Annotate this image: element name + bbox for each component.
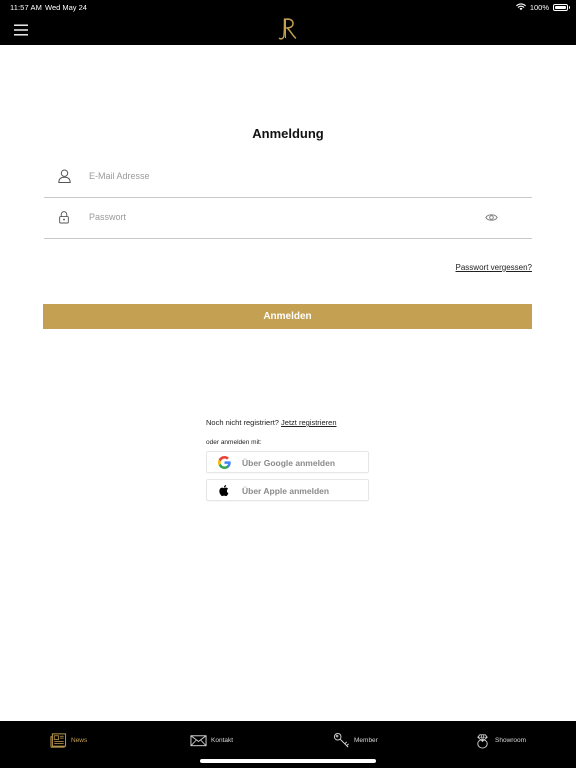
lock-icon (59, 211, 69, 224)
tab-kontakt[interactable]: Kontakt (190, 721, 233, 759)
google-signin-label: Über Google anmelden (242, 458, 336, 468)
forgot-password-link[interactable]: Passwort vergessen? (456, 263, 532, 272)
google-icon (218, 456, 231, 469)
battery-percent: 100% (529, 2, 549, 12)
user-icon (58, 169, 71, 183)
apple-signin-button[interactable]: Über Apple anmelden (206, 479, 369, 501)
alt-login-label: oder anmelden mit: (206, 439, 262, 446)
tab-news-label: News (71, 736, 88, 744)
status-time: 11:57 AM (10, 3, 42, 12)
tab-showroom[interactable]: Showroom (474, 721, 526, 759)
eye-icon[interactable] (485, 213, 498, 222)
home-indicator (200, 759, 376, 763)
battery-icon (553, 3, 570, 11)
envelope-icon (190, 734, 207, 746)
email-field[interactable] (44, 157, 532, 198)
top-bar: 11:57 AM Wed May 24 100% (0, 0, 576, 45)
register-prompt-text: Noch nicht registriert? (206, 418, 279, 427)
login-button[interactable]: Anmelden (43, 304, 532, 329)
status-date: Wed May 24 (45, 3, 87, 12)
register-prompt: Noch nicht registriert? Jetzt registrier… (206, 418, 336, 427)
diamond-ring-icon (477, 733, 488, 749)
tab-member[interactable]: Member (333, 721, 378, 759)
hamburger-menu-icon (14, 24, 28, 36)
password-field[interactable] (44, 198, 532, 239)
menu-button[interactable] (14, 23, 28, 36)
login-title: Anmeldung (252, 126, 324, 141)
register-link[interactable]: Jetzt registrieren (281, 418, 336, 427)
newspaper-icon (50, 732, 67, 748)
google-signin-button[interactable]: Über Google anmelden (206, 451, 369, 473)
key-icon (333, 732, 349, 747)
wifi-icon (516, 3, 526, 11)
apple-icon (219, 484, 229, 497)
status-right: 100% (516, 2, 570, 12)
tab-showroom-label: Showroom (495, 736, 527, 744)
battery-level (555, 5, 566, 9)
apple-signin-label: Über Apple anmelden (242, 486, 330, 496)
password-input[interactable] (89, 207, 469, 227)
tab-kontakt-label: Kontakt (211, 736, 234, 744)
tab-news[interactable]: News (50, 721, 87, 759)
email-input[interactable] (89, 166, 469, 186)
tab-member-label: Member (354, 736, 378, 744)
jr-logo-icon (278, 18, 297, 40)
